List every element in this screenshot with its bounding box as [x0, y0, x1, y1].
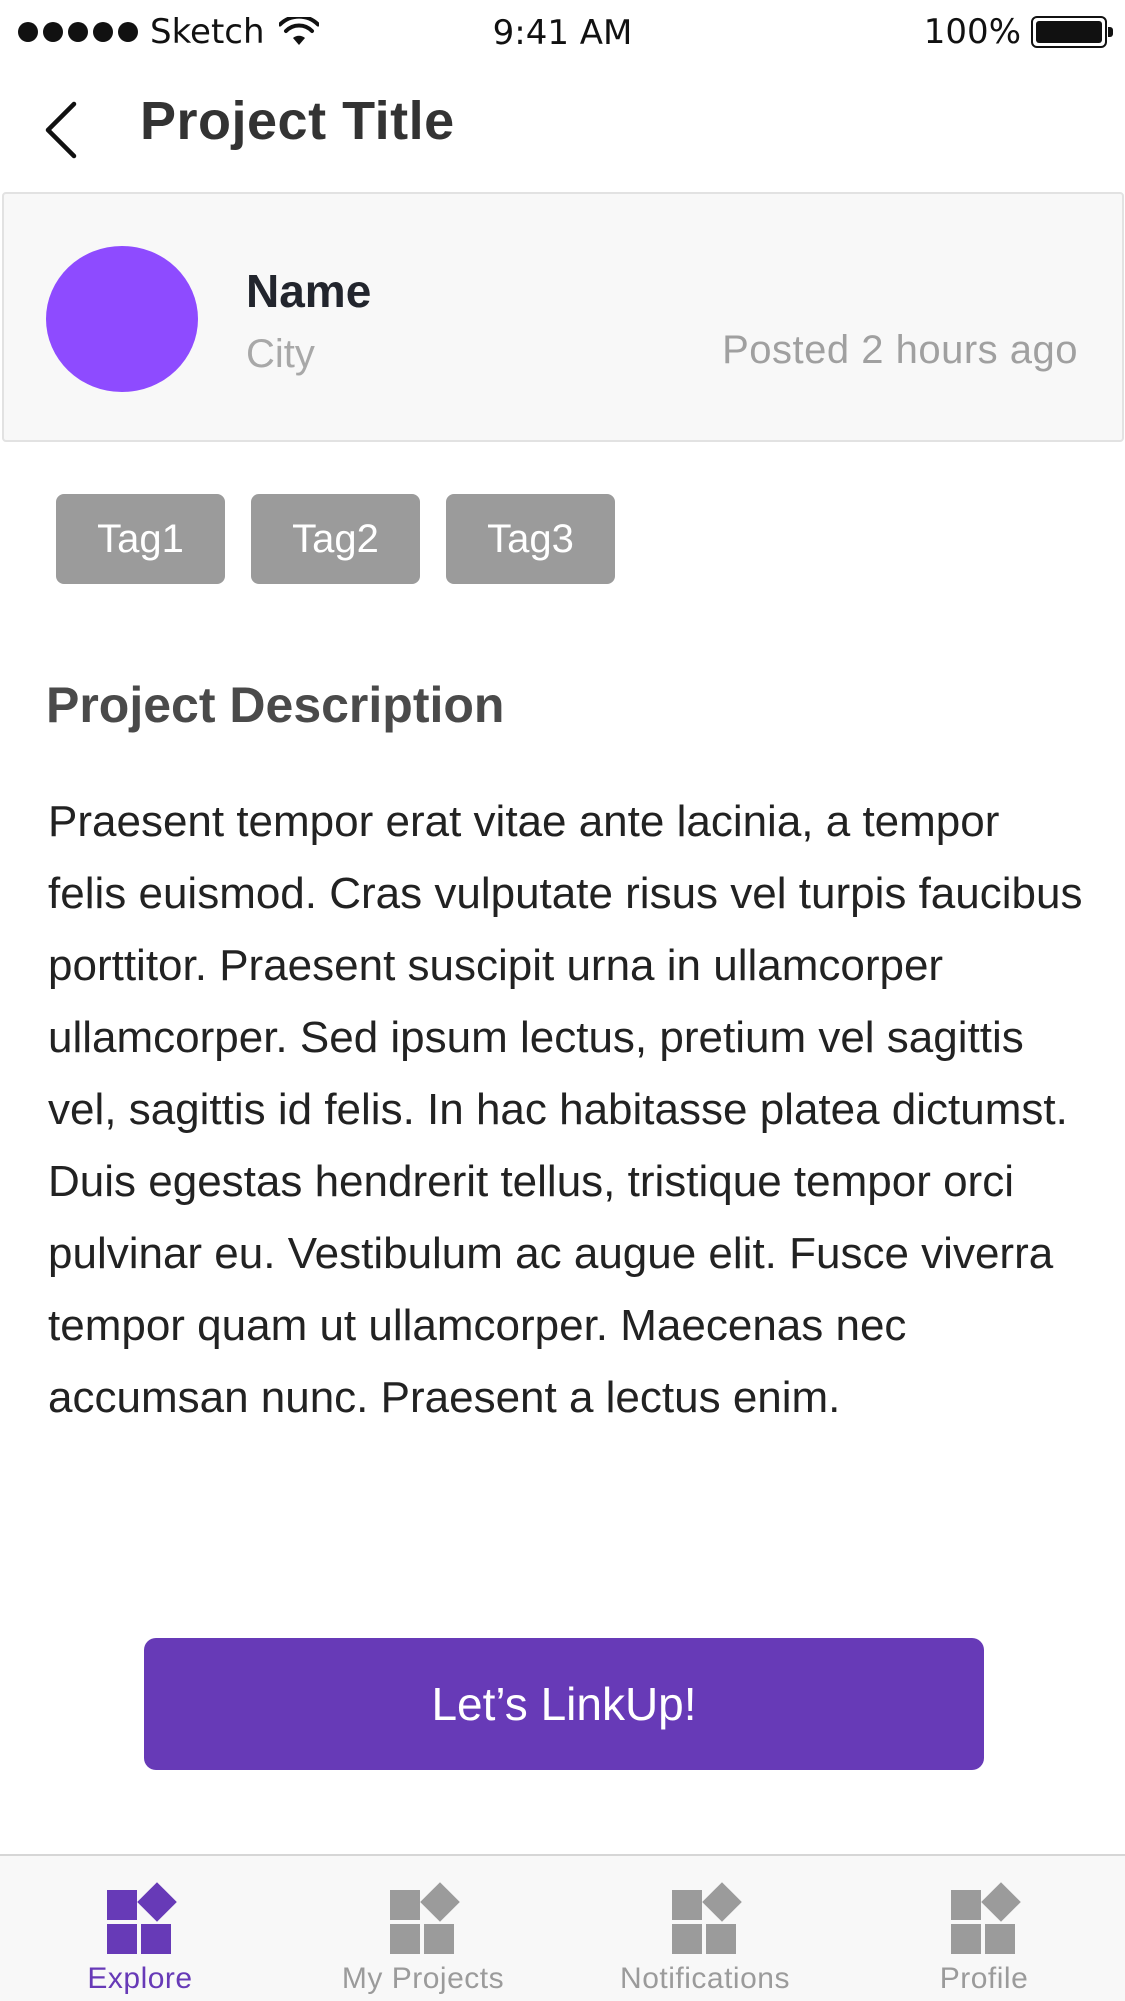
- linkup-button[interactable]: Let’s LinkUp!: [144, 1638, 984, 1770]
- tab-label: Explore: [87, 1962, 193, 1995]
- battery-percentage: 100%: [923, 12, 1021, 52]
- grid-icon: [670, 1882, 742, 1954]
- author-card[interactable]: Name City Posted 2 hours ago: [2, 192, 1124, 442]
- description-heading: Project Description: [46, 677, 505, 733]
- tab-explore[interactable]: Explore: [40, 1856, 240, 2001]
- avatar[interactable]: [46, 246, 198, 392]
- tab-profile[interactable]: Profile: [884, 1856, 1084, 2001]
- description-body: Praesent tempor erat vitae ante lacinia,…: [48, 797, 1083, 1422]
- posted-time: Posted 2 hours ago: [722, 328, 1078, 372]
- page-title: Project Title: [140, 91, 455, 151]
- status-right: 100%: [923, 12, 1113, 52]
- tab-label: My Projects: [341, 1962, 505, 1995]
- tag-chip[interactable]: Tag3: [446, 494, 615, 584]
- grid-icon: [105, 1882, 177, 1954]
- chevron-left-icon: [45, 101, 77, 159]
- author-name: Name: [246, 265, 372, 317]
- tab-label: Profile: [939, 1962, 1029, 1995]
- tag-list: Tag1 Tag2 Tag3: [56, 494, 615, 584]
- grid-icon: [388, 1882, 460, 1954]
- status-bar: Sketch 9:41 AM 100%: [0, 0, 1125, 66]
- tab-notifications[interactable]: Notifications: [590, 1856, 820, 2001]
- tag-chip[interactable]: Tag2: [251, 494, 420, 584]
- tab-bar: Explore My Projects Notifications Profil…: [0, 1854, 1125, 2001]
- author-city: City: [246, 332, 315, 376]
- grid-icon: [949, 1882, 1021, 1954]
- back-button[interactable]: [30, 90, 90, 170]
- tag-chip[interactable]: Tag1: [56, 494, 225, 584]
- project-detail-screen: Sketch 9:41 AM 100% Project Title Name C…: [0, 0, 1125, 2001]
- tab-label: Notifications: [620, 1962, 790, 1995]
- nav-header: Project Title: [0, 66, 1125, 192]
- tab-my-projects[interactable]: My Projects: [313, 1856, 533, 2001]
- battery-icon: [1031, 16, 1113, 48]
